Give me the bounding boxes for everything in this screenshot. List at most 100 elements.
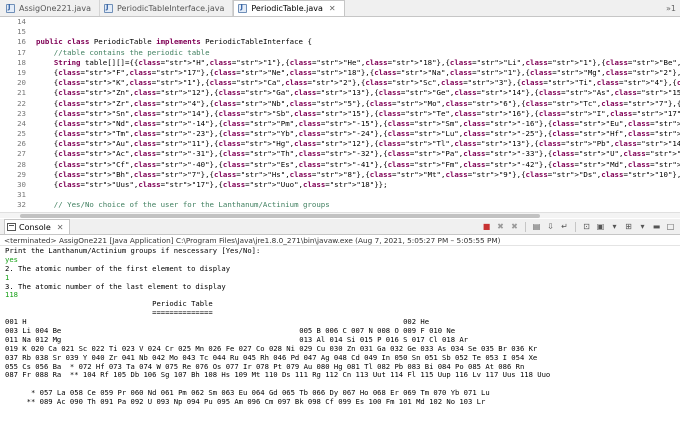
console-output[interactable]: Print the Lanthanum/Actinium groups if n… xyxy=(0,247,680,426)
tab-periodictableinterface[interactable]: PeriodicTableInterface.java xyxy=(100,0,234,16)
pin-console-icon[interactable]: ⊡ xyxy=(581,221,592,232)
code-text: {class="str">"Nd",class="str">"-14"},{cl… xyxy=(36,118,680,128)
console-view: Console ✕ ■ ✖ ✖ ▤ ⇩ ↵ ⊡ ▣ ▾ ⊞ ▾ ▬ □ <ter… xyxy=(0,219,680,426)
maximize-icon[interactable]: □ xyxy=(665,221,676,232)
console-output-line: ** 089 Ac 090 Th 091 Pa 092 U 093 Np 094… xyxy=(5,397,486,407)
display-console-icon[interactable]: ▣ xyxy=(595,221,606,232)
scrollbar-thumb[interactable] xyxy=(20,214,540,218)
fold-marker xyxy=(30,27,36,37)
line-number: 24 xyxy=(17,118,26,128)
fold-marker xyxy=(30,190,36,200)
code-line[interactable]: 19 {class="str">"F",class="str">"17"},{c… xyxy=(0,68,680,78)
console-toolbar: Console ✕ ■ ✖ ✖ ▤ ⇩ ↵ ⊡ ▣ ▾ ⊞ ▾ ▬ □ xyxy=(0,219,680,235)
console-tab-label: Console xyxy=(19,222,51,232)
code-line[interactable]: 14 xyxy=(0,17,680,27)
code-text: {class="str">"Cf",class="str">"-40"},{cl… xyxy=(36,159,680,169)
code-line[interactable]: 31 xyxy=(0,190,680,200)
code-line[interactable]: 25 {class="str">"Tm",class="str">"-23"},… xyxy=(0,129,680,139)
code-line[interactable]: 24 {class="str">"Nd",class="str">"-14"},… xyxy=(0,119,680,129)
code-text: {class="str">"Bh",class="str">"7"},{clas… xyxy=(36,169,680,179)
fold-marker xyxy=(30,17,36,27)
minimize-icon[interactable]: ▬ xyxy=(651,221,662,232)
code-text: {class="str">"Zn",class="str">"12"},{cla… xyxy=(36,88,680,98)
line-number: 19 xyxy=(17,67,26,77)
console-output-line: 3. The atomic number of the last element… xyxy=(5,281,226,291)
code-line[interactable]: 18 String table[][]={{class="str">"H",cl… xyxy=(0,58,680,68)
code-line[interactable]: 30 {class="str">"Uus",class="str">"17"},… xyxy=(0,180,680,190)
line-number: 30 xyxy=(17,180,26,189)
line-number: 26 xyxy=(17,139,26,149)
tab-label: PeriodicTable.java xyxy=(251,4,323,13)
code-line[interactable]: 15 xyxy=(0,27,680,37)
code-area[interactable]: 14 15 16 public class PeriodicTable impleme… xyxy=(0,17,680,218)
close-icon[interactable]: ✕ xyxy=(329,4,336,13)
console-output-line: Print the Lanthanum/Actinium groups if n… xyxy=(5,247,261,255)
code-text: {class="str">"Sn",class="str">"14"},{cla… xyxy=(36,108,680,118)
remove-launch-icon[interactable]: ✖ xyxy=(495,221,506,232)
line-number: 23 xyxy=(17,108,26,118)
scroll-lock-icon[interactable]: ⇩ xyxy=(545,221,556,232)
open-console-icon[interactable]: ⊞ xyxy=(623,221,634,232)
code-line[interactable]: 27 {class="str">"Ac",class="str">"-31"},… xyxy=(0,149,680,159)
code-line[interactable]: 17 //table contains the periodic table xyxy=(0,48,680,58)
code-line[interactable]: 16 public class PeriodicTable implements … xyxy=(0,37,680,47)
line-number: 27 xyxy=(17,149,26,159)
code-text: {class="str">"K",class="str">"1"},{class… xyxy=(36,78,680,88)
console-icon xyxy=(7,223,16,231)
tab-assigone221[interactable]: AssigOne221.java xyxy=(2,0,100,16)
code-line[interactable]: 22 {class="str">"Zr",class="str">"4"},{c… xyxy=(0,99,680,109)
code-line[interactable]: 21 {class="str">"Zn",class="str">"12"},{… xyxy=(0,88,680,98)
line-number: 28 xyxy=(17,159,26,169)
java-file-icon xyxy=(6,3,15,13)
console-status: <terminated> AssigOne221 [Java Applicati… xyxy=(0,235,680,246)
chevron-down-icon[interactable]: ▾ xyxy=(609,221,620,232)
console-output-line: 2. The atomic number of the first elemen… xyxy=(5,263,231,273)
horizontal-scrollbar[interactable] xyxy=(0,212,680,218)
line-number: 31 xyxy=(17,190,26,200)
terminate-icon[interactable]: ■ xyxy=(481,221,492,232)
code-text: public class PeriodicTable implements Pe… xyxy=(36,37,312,47)
tab-overflow-count: »1 xyxy=(666,3,676,13)
code-line[interactable]: 32 // Yes/No choice of the user for the … xyxy=(0,200,680,210)
code-line[interactable]: 23 {class="str">"Sn",class="str">"14"},{… xyxy=(0,109,680,119)
chevron-down-icon[interactable]: ▾ xyxy=(637,221,648,232)
tab-label: AssigOne221.java xyxy=(19,3,91,13)
line-number: 16 xyxy=(17,37,26,47)
line-number: 18 xyxy=(17,57,26,67)
code-line[interactable]: 26 {class="str">"Au",class="str">"11"},{… xyxy=(0,139,680,149)
line-number: 17 xyxy=(17,47,26,57)
code-editor[interactable]: AssigOne221.java PeriodicTableInterface.… xyxy=(0,0,680,218)
editor-tab-bar: AssigOne221.java PeriodicTableInterface.… xyxy=(0,0,680,17)
line-number: 14 xyxy=(17,17,26,26)
java-file-icon xyxy=(103,3,113,13)
tab-periodictable[interactable]: PeriodicTable.java ✕ xyxy=(233,0,345,16)
code-text: //table contains the periodic table xyxy=(36,47,210,57)
toolbar-separator xyxy=(525,221,526,232)
tab-console[interactable]: Console ✕ xyxy=(4,219,71,234)
line-number: 22 xyxy=(17,98,26,108)
line-number: 21 xyxy=(17,88,26,98)
remove-all-icon[interactable]: ✖ xyxy=(509,221,520,232)
code-line[interactable]: 28 {class="str">"Cf",class="str">"-40"},… xyxy=(0,160,680,170)
word-wrap-icon[interactable]: ↵ xyxy=(559,221,570,232)
code-text: {class="str">"Au",class="str">"11"},{cla… xyxy=(36,139,680,149)
code-text: {class="str">"F",class="str">"17"},{clas… xyxy=(36,67,680,77)
code-line[interactable]: 29 {class="str">"Bh",class="str">"7"},{c… xyxy=(0,170,680,180)
line-number: 32 xyxy=(17,200,26,210)
code-text: {class="str">"Tm",class="str">"-23"},{cl… xyxy=(36,129,680,139)
code-text: {class="str">"Ac",class="str">"-31"},{cl… xyxy=(36,149,680,159)
line-number: 20 xyxy=(17,78,26,88)
tab-overflow-button[interactable]: »1 xyxy=(662,0,680,16)
clear-console-icon[interactable]: ▤ xyxy=(531,221,542,232)
code-line[interactable]: 20 {class="str">"K",class="str">"1"},{cl… xyxy=(0,78,680,88)
code-text: {class="str">"Uus",class="str">"17"},{cl… xyxy=(36,180,388,189)
line-number: 15 xyxy=(17,27,26,37)
toolbar-separator xyxy=(575,221,576,232)
close-icon[interactable]: ✕ xyxy=(57,223,64,232)
line-number: 25 xyxy=(17,129,26,139)
java-file-icon xyxy=(238,3,248,13)
code-text: {class="str">"Zr",class="str">"4"},{clas… xyxy=(36,98,680,108)
console-output-line: 087 Fr 088 Ra ** 104 Rf 105 Db 106 Sg 10… xyxy=(5,370,551,380)
code-text: // Yes/No choice of the user for the Lan… xyxy=(36,200,330,210)
tab-label: PeriodicTableInterface.java xyxy=(116,3,225,13)
